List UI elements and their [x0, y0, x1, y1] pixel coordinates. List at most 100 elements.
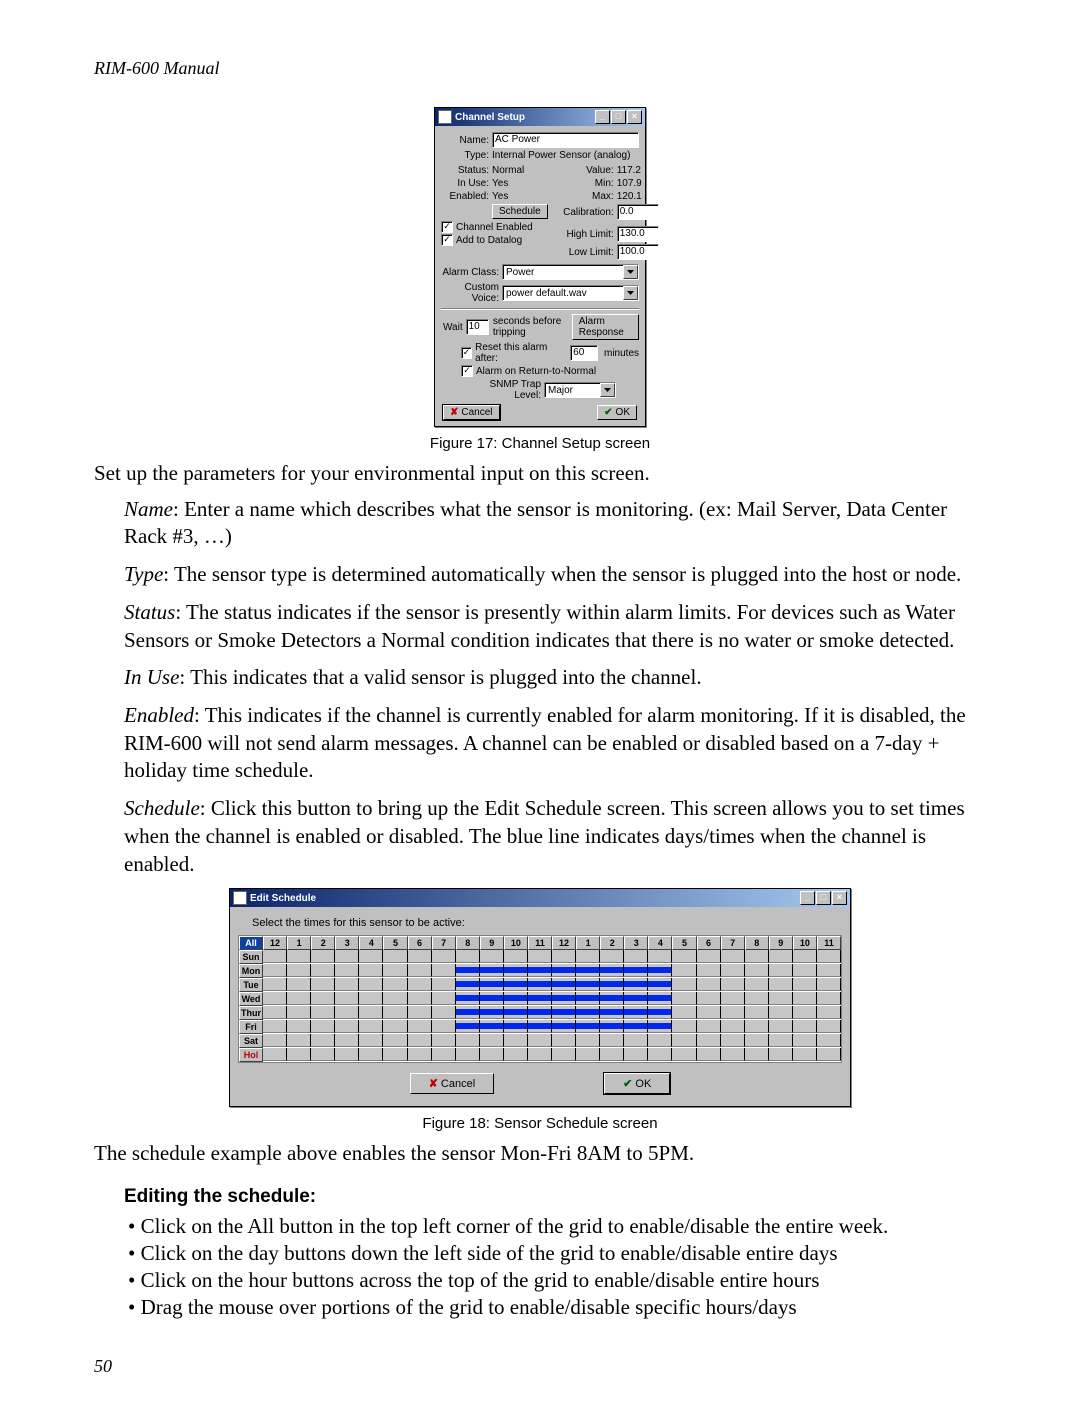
schedule-all-button[interactable]: All [239, 936, 263, 950]
schedule-day-button[interactable]: Hol [239, 1048, 263, 1062]
schedule-cell[interactable] [552, 978, 576, 991]
schedule-cell[interactable] [456, 964, 480, 977]
schedule-hour-button[interactable]: 9 [769, 936, 793, 950]
schedule-cell[interactable] [383, 1006, 407, 1019]
schedule-cell[interactable] [408, 950, 432, 963]
schedule-cell[interactable] [793, 950, 817, 963]
schedule-hour-button[interactable]: 7 [721, 936, 745, 950]
schedule-cell[interactable] [504, 1048, 528, 1061]
schedule-hour-button[interactable]: 10 [793, 936, 817, 950]
schedule-cell[interactable] [600, 992, 624, 1005]
schedule-cell[interactable] [552, 950, 576, 963]
name-input[interactable]: AC Power [492, 132, 639, 148]
schedule-cell[interactable] [432, 950, 456, 963]
schedule-cell[interactable] [697, 1034, 721, 1047]
schedule-cell[interactable] [408, 1048, 432, 1061]
cancel-button[interactable]: ✘Cancel [443, 405, 500, 420]
schedule-hour-button[interactable]: 8 [456, 936, 480, 950]
schedule-cell[interactable] [721, 1034, 745, 1047]
schedule-cell[interactable] [528, 1020, 552, 1033]
schedule-cell[interactable] [745, 978, 769, 991]
schedule-hour-button[interactable]: 3 [335, 936, 359, 950]
schedule-cell[interactable] [552, 1020, 576, 1033]
schedule-cell[interactable] [817, 964, 841, 977]
schedule-day-button[interactable]: Fri [239, 1020, 263, 1034]
schedule-cell[interactable] [769, 964, 793, 977]
schedule-cell[interactable] [359, 964, 383, 977]
schedule-cell[interactable] [769, 1034, 793, 1047]
schedule-cell[interactable] [552, 992, 576, 1005]
schedule-cell[interactable] [576, 964, 600, 977]
schedule-cell[interactable] [263, 1034, 287, 1047]
schedule-cell[interactable] [383, 964, 407, 977]
schedule-cell[interactable] [721, 1048, 745, 1061]
schedule-cell[interactable] [817, 950, 841, 963]
schedule-hour-button[interactable]: 1 [576, 936, 600, 950]
schedule-cell[interactable] [672, 964, 696, 977]
schedule-cell[interactable] [432, 1034, 456, 1047]
schedule-hour-button[interactable]: 12 AM [263, 936, 287, 950]
schedule-cell[interactable] [335, 950, 359, 963]
schedule-cell[interactable] [624, 1006, 648, 1019]
schedule-cell[interactable] [793, 1034, 817, 1047]
schedule-cell[interactable] [480, 1034, 504, 1047]
schedule-cell[interactable] [817, 1020, 841, 1033]
schedule-cell[interactable] [745, 1020, 769, 1033]
schedule-cell[interactable] [576, 992, 600, 1005]
schedule-cell[interactable] [383, 1048, 407, 1061]
schedule-cell[interactable] [769, 1020, 793, 1033]
alarm-class-dropdown[interactable]: Power [502, 264, 639, 280]
schedule-cell[interactable] [552, 1048, 576, 1061]
schedule-cell[interactable] [672, 978, 696, 991]
schedule-cell[interactable] [552, 964, 576, 977]
cancel-button[interactable]: ✘ Cancel [410, 1073, 494, 1094]
schedule-cell[interactable] [480, 1020, 504, 1033]
schedule-cell[interactable] [552, 1006, 576, 1019]
channel-enabled-checkbox[interactable]: ✓ [441, 221, 453, 233]
wait-input[interactable]: 10 [466, 319, 489, 335]
schedule-cell[interactable] [480, 1006, 504, 1019]
schedule-cell[interactable] [359, 1048, 383, 1061]
schedule-cell[interactable] [793, 1020, 817, 1033]
reset-minutes-input[interactable]: 60 [570, 345, 598, 361]
schedule-cell[interactable] [745, 1048, 769, 1061]
schedule-cell[interactable] [287, 992, 311, 1005]
schedule-cell[interactable] [432, 1006, 456, 1019]
schedule-cell[interactable] [504, 1020, 528, 1033]
schedule-cell[interactable] [263, 1020, 287, 1033]
schedule-day-button[interactable]: Sat [239, 1034, 263, 1048]
schedule-cell[interactable] [793, 1006, 817, 1019]
schedule-cell[interactable] [624, 1048, 648, 1061]
schedule-cell[interactable] [311, 978, 335, 991]
schedule-day-button[interactable]: Wed [239, 992, 263, 1006]
schedule-cell[interactable] [383, 950, 407, 963]
schedule-cell[interactable] [721, 978, 745, 991]
schedule-grid[interactable]: All12 AM123456789101112 PM1234567891011S… [238, 935, 842, 1063]
schedule-hour-button[interactable]: 11 [528, 936, 552, 950]
schedule-cell[interactable] [287, 978, 311, 991]
schedule-cell[interactable] [817, 1034, 841, 1047]
schedule-cell[interactable] [721, 950, 745, 963]
schedule-cell[interactable] [769, 1048, 793, 1061]
schedule-cell[interactable] [648, 978, 672, 991]
schedule-cell[interactable] [408, 1006, 432, 1019]
schedule-cell[interactable] [576, 1006, 600, 1019]
schedule-cell[interactable] [624, 992, 648, 1005]
schedule-cell[interactable] [287, 1006, 311, 1019]
schedule-cell[interactable] [335, 1020, 359, 1033]
schedule-cell[interactable] [528, 1034, 552, 1047]
schedule-cell[interactable] [648, 950, 672, 963]
schedule-cell[interactable] [672, 1034, 696, 1047]
schedule-button[interactable]: Schedule [492, 204, 548, 219]
schedule-cell[interactable] [359, 978, 383, 991]
schedule-cell[interactable] [504, 1006, 528, 1019]
schedule-cell[interactable] [576, 978, 600, 991]
schedule-cell[interactable] [359, 950, 383, 963]
schedule-cell[interactable] [456, 978, 480, 991]
schedule-hour-button[interactable]: 10 [504, 936, 528, 950]
schedule-cell[interactable] [648, 1048, 672, 1061]
high-limit-input[interactable]: 130.0 [617, 226, 659, 242]
schedule-cell[interactable] [600, 1034, 624, 1047]
schedule-cell[interactable] [576, 1034, 600, 1047]
schedule-cell[interactable] [648, 1034, 672, 1047]
